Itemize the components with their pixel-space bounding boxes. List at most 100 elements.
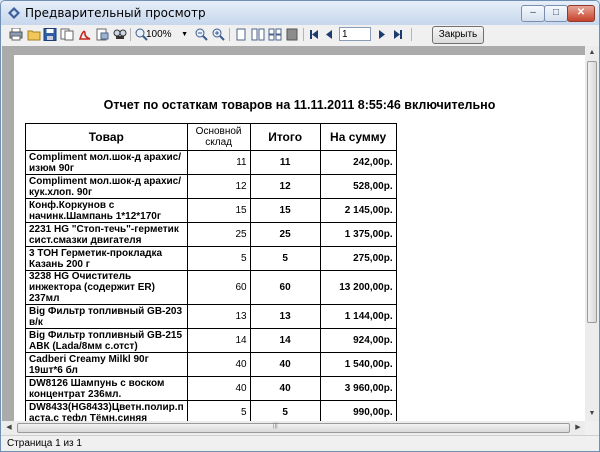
stock-cell: 25 [186, 222, 251, 247]
total-cell: 13 [249, 304, 321, 329]
total-cell: 60 [249, 270, 321, 305]
print-icon[interactable] [9, 28, 23, 41]
close-button[interactable]: Закрыть [432, 26, 484, 44]
total-cell: 5 [249, 246, 321, 271]
preview-area: Отчет по остаткам товаров на 11.11.2011 … [2, 46, 585, 421]
prev-page-icon[interactable] [322, 28, 336, 41]
scroll-left-icon[interactable]: ◀ [2, 421, 16, 435]
page-number-input[interactable]: 1 [339, 27, 371, 41]
preview-window: Предварительный просмотр – □ ✕ 100% ▼ 1 … [0, 0, 600, 452]
stock-cell: 40 [186, 352, 251, 377]
copy-page-icon[interactable] [60, 28, 74, 41]
horizontal-scroll-thumb[interactable] [17, 423, 570, 433]
sum-cell: 3 960,00р. [319, 376, 397, 401]
scroll-right-icon[interactable]: ▶ [571, 421, 585, 435]
single-page-icon[interactable] [234, 28, 248, 41]
product-cell: Конф.Коркунов с начинк.Шампань 1*12*170г [25, 198, 188, 223]
total-cell: 11 [249, 150, 321, 175]
product-cell: DW8126 Шампунь с воском концентрат 236мл… [25, 376, 188, 401]
table-row: Big Фильтр топливный GB-203 в/к 13 13 1 144… [25, 304, 397, 329]
toolbar: 100% ▼ 1 Закрыть [1, 25, 599, 45]
table-header-row: Товар Основной склад Итого На сумму [25, 123, 397, 151]
grip-icon: ||| [273, 423, 278, 429]
product-cell: Compliment мол.шок-д арахис/кук.хлоп. 90… [25, 174, 188, 199]
sum-cell: 1 375,00р. [319, 222, 397, 247]
table-row: 3 ТОН Герметик-прокладка Казань 200 г552… [25, 246, 397, 271]
report-title: Отчет по остаткам товаров на 11.11.2011 … [103, 98, 496, 112]
sum-cell: 13 200,00р. [319, 270, 397, 305]
maximize-button[interactable]: □ [544, 5, 568, 22]
product-cell: Big Фильтр топливный GB-203 в/к [25, 304, 188, 329]
product-cell: DW8433(HG8433)Цветн.полир.п аста.с тефл … [25, 400, 188, 421]
vertical-scroll-thumb[interactable] [587, 61, 597, 323]
product-cell: Big Фильтр топливный GB-215 АВК (Lada/8м… [25, 328, 188, 353]
sum-cell: 1 144,00р. [319, 304, 397, 329]
total-cell: 5 [249, 400, 321, 421]
stock-cell: 5 [186, 400, 251, 421]
stock-cell: 11 [186, 150, 251, 175]
app-icon [8, 7, 20, 19]
total-cell: 15 [249, 198, 321, 223]
sum-cell: 1 540,00р. [319, 352, 397, 377]
pdf-export-icon[interactable] [78, 28, 92, 41]
stock-table: Товар Основной склад Итого На сумму Comp… [25, 123, 397, 421]
sum-cell: 924,00р. [319, 328, 397, 353]
stock-cell: 5 [186, 246, 251, 271]
product-cell: 3 ТОН Герметик-прокладка Казань 200 г [25, 246, 188, 271]
table-row: DW8126 Шампунь с воском концентрат 236мл… [25, 376, 397, 401]
two-pages-icon[interactable] [251, 28, 265, 41]
first-page-icon[interactable] [307, 28, 321, 41]
fit-page-icon[interactable] [285, 28, 299, 41]
scroll-down-icon[interactable]: ▼ [585, 407, 599, 421]
header-total: Итого [249, 123, 321, 151]
page-setup-icon[interactable] [95, 28, 109, 41]
stock-cell: 60 [186, 270, 251, 305]
sum-cell: 2 145,00р. [319, 198, 397, 223]
report-page: Отчет по остаткам товаров на 11.11.2011 … [14, 55, 585, 421]
title-bar: Предварительный просмотр – □ ✕ [1, 1, 599, 25]
sum-cell: 528,00р. [319, 174, 397, 199]
stock-cell: 15 [186, 198, 251, 223]
last-page-icon[interactable] [391, 28, 405, 41]
total-cell: 40 [249, 376, 321, 401]
zoom-out-icon[interactable] [194, 28, 208, 41]
sum-cell: 275,00р. [319, 246, 397, 271]
table-row: 3238 HG Очиститель инжектора (содержит E… [25, 270, 397, 305]
zoom-select[interactable]: 100% ▼ [146, 28, 188, 41]
product-cell: Cadberi Creamy Milkl 90г 19шт*6 бл [25, 352, 188, 377]
product-cell: Compliment мол.шок-д арахис/изюм 90г [25, 150, 188, 175]
sum-cell: 242,00р. [319, 150, 397, 175]
total-cell: 12 [249, 174, 321, 199]
table-row: Cadberi Creamy Milkl 90г 19шт*6 бл 40 40 1 … [25, 352, 397, 377]
header-sum: На сумму [319, 123, 397, 151]
horizontal-scrollbar[interactable]: ◀ ||| ▶ [2, 421, 585, 435]
stock-cell: 40 [186, 376, 251, 401]
scroll-up-icon[interactable]: ▲ [585, 46, 599, 60]
table-row: Конф.Коркунов с начинк.Шампань 1*12*170г… [25, 198, 397, 223]
save-icon[interactable] [43, 28, 57, 41]
vertical-scrollbar[interactable]: ▲ ▼ [585, 46, 599, 421]
stock-cell: 14 [186, 328, 251, 353]
find-icon[interactable] [113, 28, 127, 41]
open-folder-icon[interactable] [27, 28, 41, 41]
product-cell: 3238 HG Очиститель инжектора (содержит E… [25, 270, 188, 305]
zoom-in-icon[interactable] [211, 28, 225, 41]
total-cell: 25 [249, 222, 321, 247]
close-window-button[interactable]: ✕ [567, 5, 595, 22]
window-title: Предварительный просмотр [25, 6, 206, 20]
status-text: Страница 1 из 1 [7, 438, 82, 449]
total-cell: 40 [249, 352, 321, 377]
stock-cell: 12 [186, 174, 251, 199]
table-row: Big Фильтр топливный GB-215 АВК (Lada/8м… [25, 328, 397, 353]
next-page-icon[interactable] [375, 28, 389, 41]
multi-pages-icon[interactable] [268, 28, 282, 41]
header-product: Товар [25, 123, 188, 151]
product-cell: 2231 HG "Стоп-течь"-герметик сист.смазки… [25, 222, 188, 247]
minimize-button[interactable]: – [521, 5, 545, 22]
chevron-down-icon: ▼ [181, 31, 188, 38]
table-row: Compliment мол.шок-д арахис/кук.хлоп. 90… [25, 174, 397, 199]
table-row: Compliment мол.шок-д арахис/изюм 90г 11 11… [25, 150, 397, 175]
zoom-value: 100% [146, 29, 172, 40]
total-cell: 14 [249, 328, 321, 353]
status-bar: Страница 1 из 1 [1, 435, 599, 451]
